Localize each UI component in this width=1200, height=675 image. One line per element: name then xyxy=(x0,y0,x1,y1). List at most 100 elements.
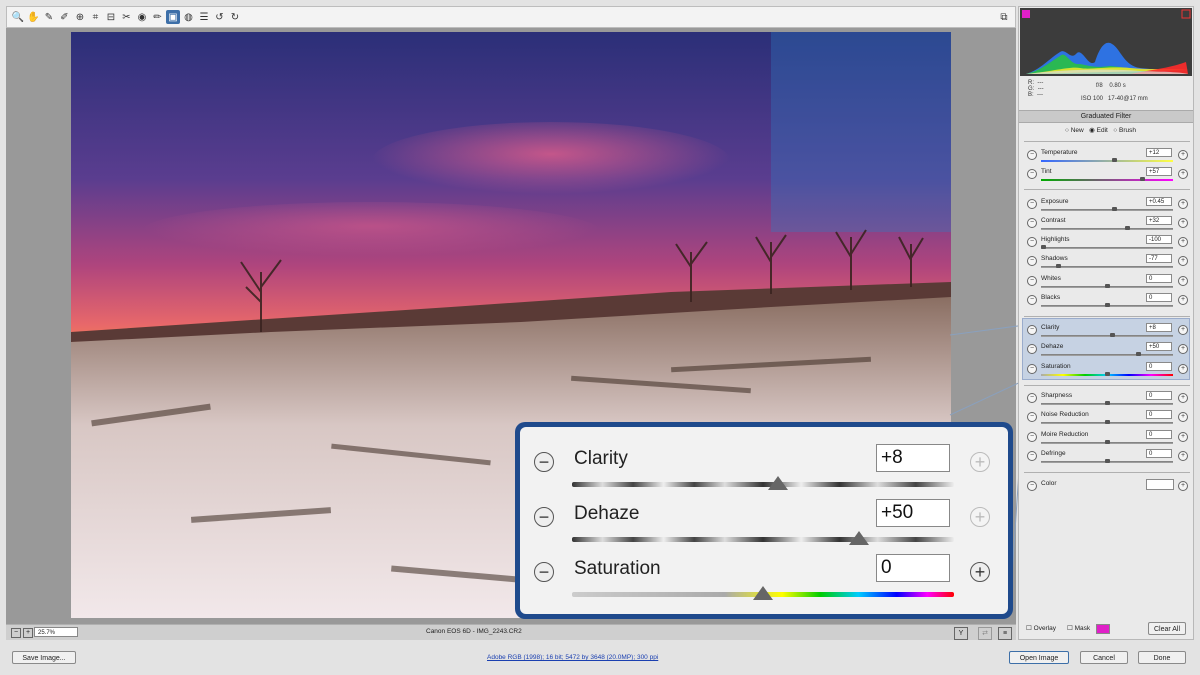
slider-track[interactable] xyxy=(1041,335,1173,337)
decrease-icon[interactable]: − xyxy=(1027,169,1037,179)
slider-thumb[interactable] xyxy=(1104,303,1110,307)
callout-value-field[interactable]: 0 xyxy=(876,554,950,582)
slider-thumb[interactable] xyxy=(1124,226,1130,230)
increase-icon[interactable]: + xyxy=(1178,412,1188,422)
increase-icon[interactable]: + xyxy=(1178,344,1188,354)
increase-icon[interactable]: + xyxy=(1178,364,1188,374)
mask-checkbox[interactable]: ☐ Mask xyxy=(1067,624,1090,632)
settings-list-icon[interactable]: ≡ xyxy=(998,627,1012,640)
slider-track[interactable] xyxy=(1041,179,1173,181)
shadow-clip-indicator[interactable] xyxy=(1022,10,1030,18)
slider-thumb[interactable] xyxy=(1104,401,1110,405)
highlight-clip-indicator[interactable] xyxy=(1181,9,1191,19)
open-image-button[interactable]: Open Image xyxy=(1009,651,1069,664)
zoom-in-icon[interactable]: + xyxy=(23,628,33,638)
slider-thumb[interactable] xyxy=(1104,420,1110,424)
slider-value-field[interactable]: 0 xyxy=(1146,449,1172,458)
slider-value-field[interactable]: 0 xyxy=(1146,410,1172,419)
color-add-icon[interactable]: + xyxy=(1178,481,1188,491)
increase-icon[interactable]: + xyxy=(1178,432,1188,442)
slider-value-field[interactable]: +50 xyxy=(1146,342,1172,351)
increase-icon[interactable]: + xyxy=(970,452,990,472)
decrease-icon[interactable]: − xyxy=(1027,451,1037,461)
decrease-icon[interactable]: − xyxy=(534,452,554,472)
workflow-options-link[interactable]: Adobe RGB (1998); 16 bit; 5472 by 3648 (… xyxy=(487,654,658,661)
mode-edit-radio[interactable]: ◉ Edit xyxy=(1089,127,1108,134)
callout-value-field[interactable]: +8 xyxy=(876,444,950,472)
white-balance-icon[interactable]: ✎ xyxy=(42,10,56,24)
before-after-icon[interactable]: Y xyxy=(954,627,968,640)
slider-value-field[interactable]: 0 xyxy=(1146,274,1172,283)
spot-removal-icon[interactable]: ✂ xyxy=(120,10,134,24)
swap-icon[interactable]: ⇄ xyxy=(978,627,992,640)
increase-icon[interactable]: + xyxy=(970,562,990,582)
decrease-icon[interactable]: − xyxy=(1027,432,1037,442)
slider-track[interactable] xyxy=(1041,354,1173,356)
decrease-icon[interactable]: − xyxy=(534,507,554,527)
slider-thumb[interactable] xyxy=(1104,459,1110,463)
slider-value-field[interactable]: +8 xyxy=(1146,323,1172,332)
preferences-icon[interactable]: ☰ xyxy=(197,10,211,24)
red-eye-icon[interactable]: ◉ xyxy=(135,10,149,24)
radial-filter-icon[interactable]: ◍ xyxy=(182,10,196,24)
slider-value-field[interactable]: -100 xyxy=(1146,235,1172,244)
slider-thumb[interactable] xyxy=(1109,333,1115,337)
increase-icon[interactable]: + xyxy=(1178,169,1188,179)
slider-thumb[interactable] xyxy=(1104,440,1110,444)
decrease-icon[interactable]: − xyxy=(1027,364,1037,374)
increase-icon[interactable]: + xyxy=(1178,150,1188,160)
slider-track[interactable] xyxy=(1041,160,1173,162)
graduated-filter-icon[interactable]: ▣ xyxy=(166,10,180,24)
decrease-icon[interactable]: − xyxy=(1027,412,1037,422)
straighten-icon[interactable]: ⊟ xyxy=(104,10,118,24)
decrease-icon[interactable]: − xyxy=(1027,150,1037,160)
decrease-icon[interactable]: − xyxy=(1027,344,1037,354)
mode-brush-radio[interactable]: ○ Brush xyxy=(1113,127,1136,134)
zoom-icon[interactable]: 🔍 xyxy=(11,10,25,24)
increase-icon[interactable]: + xyxy=(1178,218,1188,228)
slider-value-field[interactable]: +0.45 xyxy=(1146,197,1172,206)
increase-icon[interactable]: + xyxy=(1178,325,1188,335)
slider-value-field[interactable]: -77 xyxy=(1146,254,1172,263)
increase-icon[interactable]: + xyxy=(1178,451,1188,461)
callout-slider-thumb[interactable] xyxy=(753,586,773,600)
increase-icon[interactable]: + xyxy=(970,507,990,527)
decrease-icon[interactable]: − xyxy=(1027,199,1037,209)
mode-new-radio[interactable]: ○ New xyxy=(1065,127,1084,134)
slider-thumb[interactable] xyxy=(1112,158,1118,162)
cancel-button[interactable]: Cancel xyxy=(1080,651,1128,664)
slider-value-field[interactable]: 0 xyxy=(1146,293,1172,302)
clear-all-button[interactable]: Clear All xyxy=(1148,622,1186,635)
increase-icon[interactable]: + xyxy=(1178,256,1188,266)
increase-icon[interactable]: + xyxy=(1178,295,1188,305)
slider-thumb[interactable] xyxy=(1104,372,1110,376)
color-clear-icon[interactable]: − xyxy=(1027,481,1037,491)
crop-icon[interactable]: ⌗ xyxy=(89,10,103,24)
slider-value-field[interactable]: +12 xyxy=(1146,148,1172,157)
color-swatch[interactable] xyxy=(1146,479,1174,490)
decrease-icon[interactable]: − xyxy=(1027,218,1037,228)
decrease-icon[interactable]: − xyxy=(1027,325,1037,335)
increase-icon[interactable]: + xyxy=(1178,393,1188,403)
mask-color-swatch[interactable] xyxy=(1096,624,1110,634)
decrease-icon[interactable]: − xyxy=(1027,256,1037,266)
increase-icon[interactable]: + xyxy=(1178,276,1188,286)
target-adjust-icon[interactable]: ⊕ xyxy=(73,10,87,24)
fullscreen-icon[interactable]: ⧉ xyxy=(997,10,1011,24)
zoom-out-icon[interactable]: − xyxy=(11,628,21,638)
decrease-icon[interactable]: − xyxy=(1027,393,1037,403)
slider-thumb[interactable] xyxy=(1104,284,1110,288)
increase-icon[interactable]: + xyxy=(1178,199,1188,209)
rotate-right-icon[interactable]: ↻ xyxy=(228,10,242,24)
save-image-button[interactable]: Save Image... xyxy=(12,651,76,664)
decrease-icon[interactable]: − xyxy=(1027,295,1037,305)
slider-value-field[interactable]: 0 xyxy=(1146,391,1172,400)
slider-value-field[interactable]: 0 xyxy=(1146,430,1172,439)
slider-value-field[interactable]: +57 xyxy=(1146,167,1172,176)
slider-value-field[interactable]: +32 xyxy=(1146,216,1172,225)
decrease-icon[interactable]: − xyxy=(1027,237,1037,247)
slider-thumb[interactable] xyxy=(1136,352,1142,356)
slider-thumb[interactable] xyxy=(1041,245,1046,249)
decrease-icon[interactable]: − xyxy=(1027,276,1037,286)
adjustment-brush-icon[interactable]: ✏ xyxy=(151,10,165,24)
